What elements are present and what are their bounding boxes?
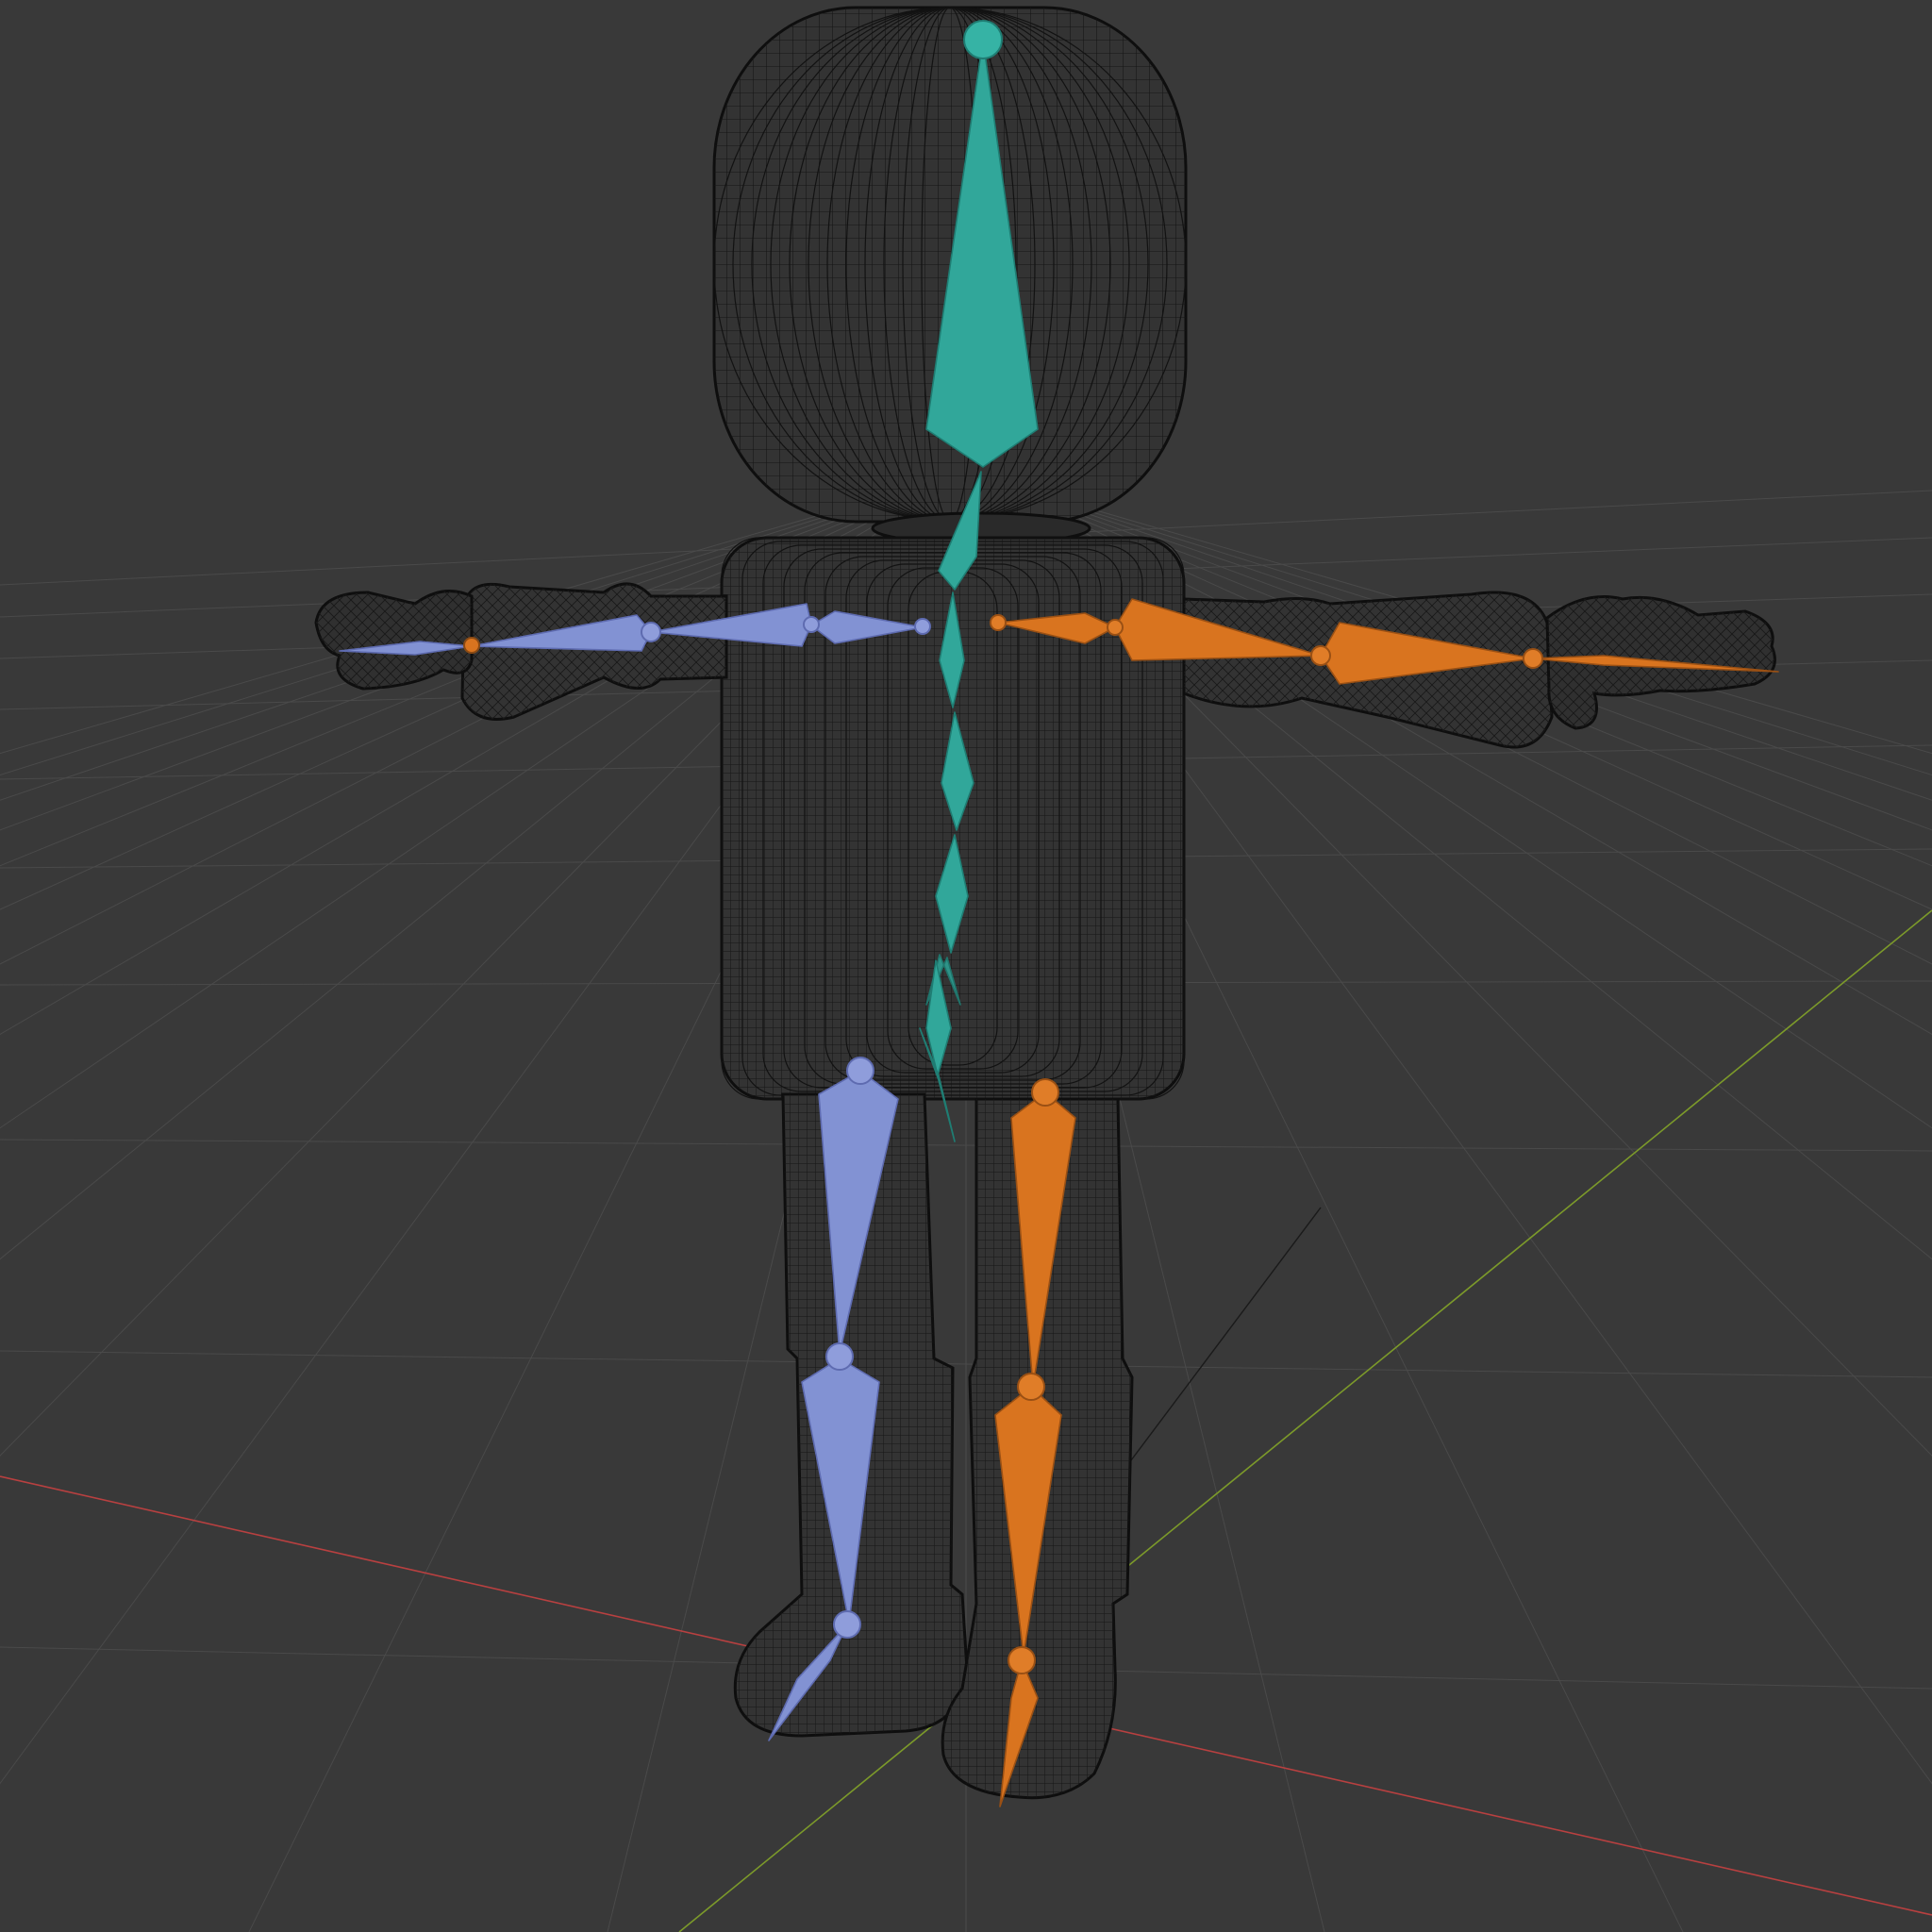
right-hip-joint[interactable] [1031, 1078, 1059, 1107]
right-arm-mesh [1182, 591, 1776, 749]
right-knee-joint[interactable] [1017, 1373, 1045, 1401]
head-bone-joint[interactable] [963, 20, 1003, 59]
left-knee-joint[interactable] [825, 1342, 854, 1371]
right-wrist-joint[interactable] [1523, 648, 1543, 669]
z-hint-line [1122, 1207, 1322, 1473]
viewport-canvas[interactable] [0, 0, 1932, 1932]
left-wrist-joint[interactable] [463, 637, 480, 654]
left-hip-joint[interactable] [846, 1057, 874, 1085]
right-elbow-joint[interactable] [1310, 645, 1331, 666]
left-shoulder-tip[interactable] [914, 618, 931, 635]
right-shoulder-tip[interactable] [990, 614, 1007, 631]
left-ankle-joint[interactable] [833, 1610, 861, 1639]
3d-viewport[interactable] [0, 0, 1932, 1932]
left-elbow-joint[interactable] [641, 622, 661, 642]
left-shoulder-joint[interactable] [803, 616, 820, 633]
right-shoulder-joint[interactable] [1107, 619, 1124, 636]
right-ankle-joint[interactable] [1008, 1646, 1036, 1674]
wireframe-character-mesh[interactable] [314, 6, 1776, 1800]
